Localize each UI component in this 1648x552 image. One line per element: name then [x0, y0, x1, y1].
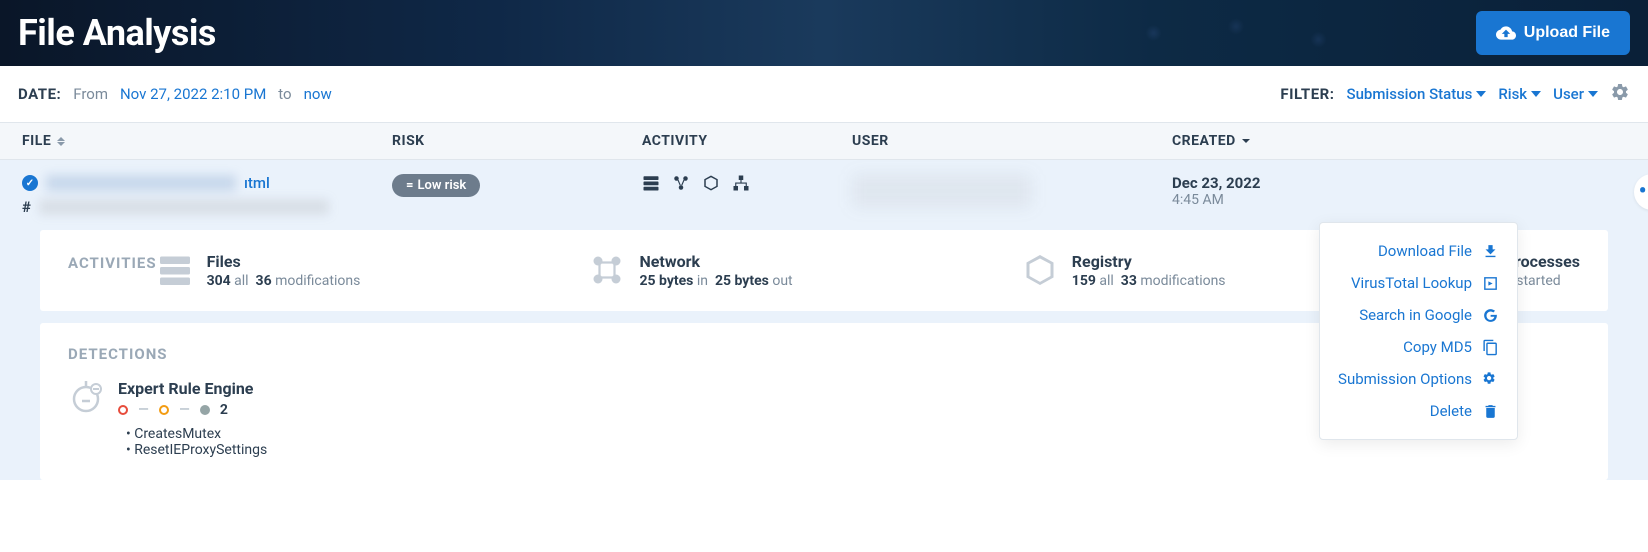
table-header: FILE RISK ACTIVITY USER CREATED: [0, 122, 1648, 160]
trash-icon: [1482, 403, 1499, 420]
settings-button[interactable]: [1610, 82, 1630, 106]
created-time: 4:45 AM: [1172, 192, 1522, 208]
severity-high-icon: [118, 405, 128, 415]
date-to-value[interactable]: now: [304, 85, 332, 103]
user-redacted: [852, 174, 1032, 208]
detection-list: CreatesMutex ResetIEProxySettings: [126, 426, 267, 458]
upload-file-button[interactable]: Upload File: [1476, 11, 1630, 55]
status-check-icon: [22, 175, 38, 191]
file-extension: ıtml: [244, 174, 270, 192]
filter-label: FILTER:: [1280, 85, 1334, 103]
file-cell: ıtml #: [22, 174, 392, 216]
table-row[interactable]: ıtml # Low risk Dec 23, 2022 4:45 AM •••: [0, 160, 1648, 230]
detection-item: ResetIEProxySettings: [126, 442, 267, 458]
caret-down-icon: [1531, 91, 1541, 97]
network-icon: [589, 252, 625, 288]
row-actions-dropdown: Download File VirusTotal Lookup Search i…: [1319, 222, 1518, 440]
network-icon: [672, 174, 690, 192]
column-file[interactable]: FILE: [22, 133, 392, 149]
created-cell: Dec 23, 2022 4:45 AM: [1172, 174, 1522, 208]
gears-icon: [1482, 371, 1499, 388]
sort-icon: [57, 137, 65, 146]
copy-icon: [1482, 339, 1499, 356]
date-from-value[interactable]: Nov 27, 2022 2:10 PM: [120, 85, 266, 103]
column-activity[interactable]: ACTIVITY: [642, 133, 852, 149]
google-icon: [1482, 307, 1499, 324]
page-title: File Analysis: [18, 12, 216, 54]
detection-count: 2: [220, 402, 228, 418]
filter-submission-status[interactable]: Submission Status: [1346, 85, 1486, 103]
from-label: From: [73, 85, 108, 103]
caret-down-icon: [1588, 91, 1598, 97]
server-icon: [642, 174, 660, 192]
external-link-icon: [1482, 275, 1499, 292]
activity-cell: [642, 174, 852, 192]
activities-title: ACTIVITIES: [68, 254, 157, 272]
filter-bar: DATE: From Nov 27, 2022 2:10 PM to now F…: [0, 66, 1648, 122]
right-filters: FILTER: Submission Status Risk User: [1280, 82, 1630, 106]
hash-redacted: [39, 199, 329, 215]
sort-desc-icon: [1242, 139, 1250, 143]
detection-item: CreatesMutex: [126, 426, 267, 442]
filter-user[interactable]: User: [1553, 85, 1598, 103]
column-user[interactable]: USER: [852, 133, 1172, 149]
filter-risk[interactable]: Risk: [1498, 85, 1541, 103]
detection-engine-icon: [68, 379, 104, 415]
page-banner: File Analysis Upload File: [0, 0, 1648, 66]
column-risk[interactable]: RISK: [392, 133, 642, 149]
row-actions-button[interactable]: •••: [1634, 174, 1648, 210]
menu-download-file[interactable]: Download File: [1320, 235, 1517, 267]
caret-down-icon: [1476, 91, 1486, 97]
created-date: Dec 23, 2022: [1172, 174, 1522, 192]
user-cell: [852, 174, 1172, 208]
severity-indicators: — — 2: [118, 402, 267, 418]
risk-badge: Low risk: [392, 174, 480, 197]
download-icon: [1482, 243, 1499, 260]
server-icon: [157, 252, 193, 288]
filename-redacted: [46, 175, 236, 191]
activity-files[interactable]: Files 304 all 36 modifications: [157, 252, 361, 289]
menu-submission-options[interactable]: Submission Options: [1320, 363, 1517, 395]
risk-cell: Low risk: [392, 174, 642, 197]
menu-search-google[interactable]: Search in Google: [1320, 299, 1517, 331]
to-label: to: [278, 85, 291, 103]
processes-icon: [732, 174, 750, 192]
cloud-upload-icon: [1496, 23, 1516, 43]
severity-medium-icon: [159, 405, 169, 415]
menu-delete[interactable]: Delete: [1320, 395, 1517, 427]
column-created[interactable]: CREATED: [1172, 133, 1522, 149]
hash-prefix: #: [22, 198, 31, 216]
date-filter: DATE: From Nov 27, 2022 2:10 PM to now: [18, 85, 332, 103]
menu-copy-md5[interactable]: Copy MD5: [1320, 331, 1517, 363]
activity-registry[interactable]: Registry 159 all 33 modifications: [1022, 252, 1226, 289]
severity-low-icon: [200, 405, 210, 415]
registry-icon: [702, 174, 720, 192]
menu-virustotal-lookup[interactable]: VirusTotal Lookup: [1320, 267, 1517, 299]
registry-icon: [1022, 252, 1058, 288]
gear-icon: [1610, 82, 1630, 102]
activity-network[interactable]: Network 25 bytes in 25 bytes out: [589, 252, 792, 289]
detection-engine-name: Expert Rule Engine: [118, 379, 267, 398]
date-label: DATE:: [18, 85, 61, 103]
